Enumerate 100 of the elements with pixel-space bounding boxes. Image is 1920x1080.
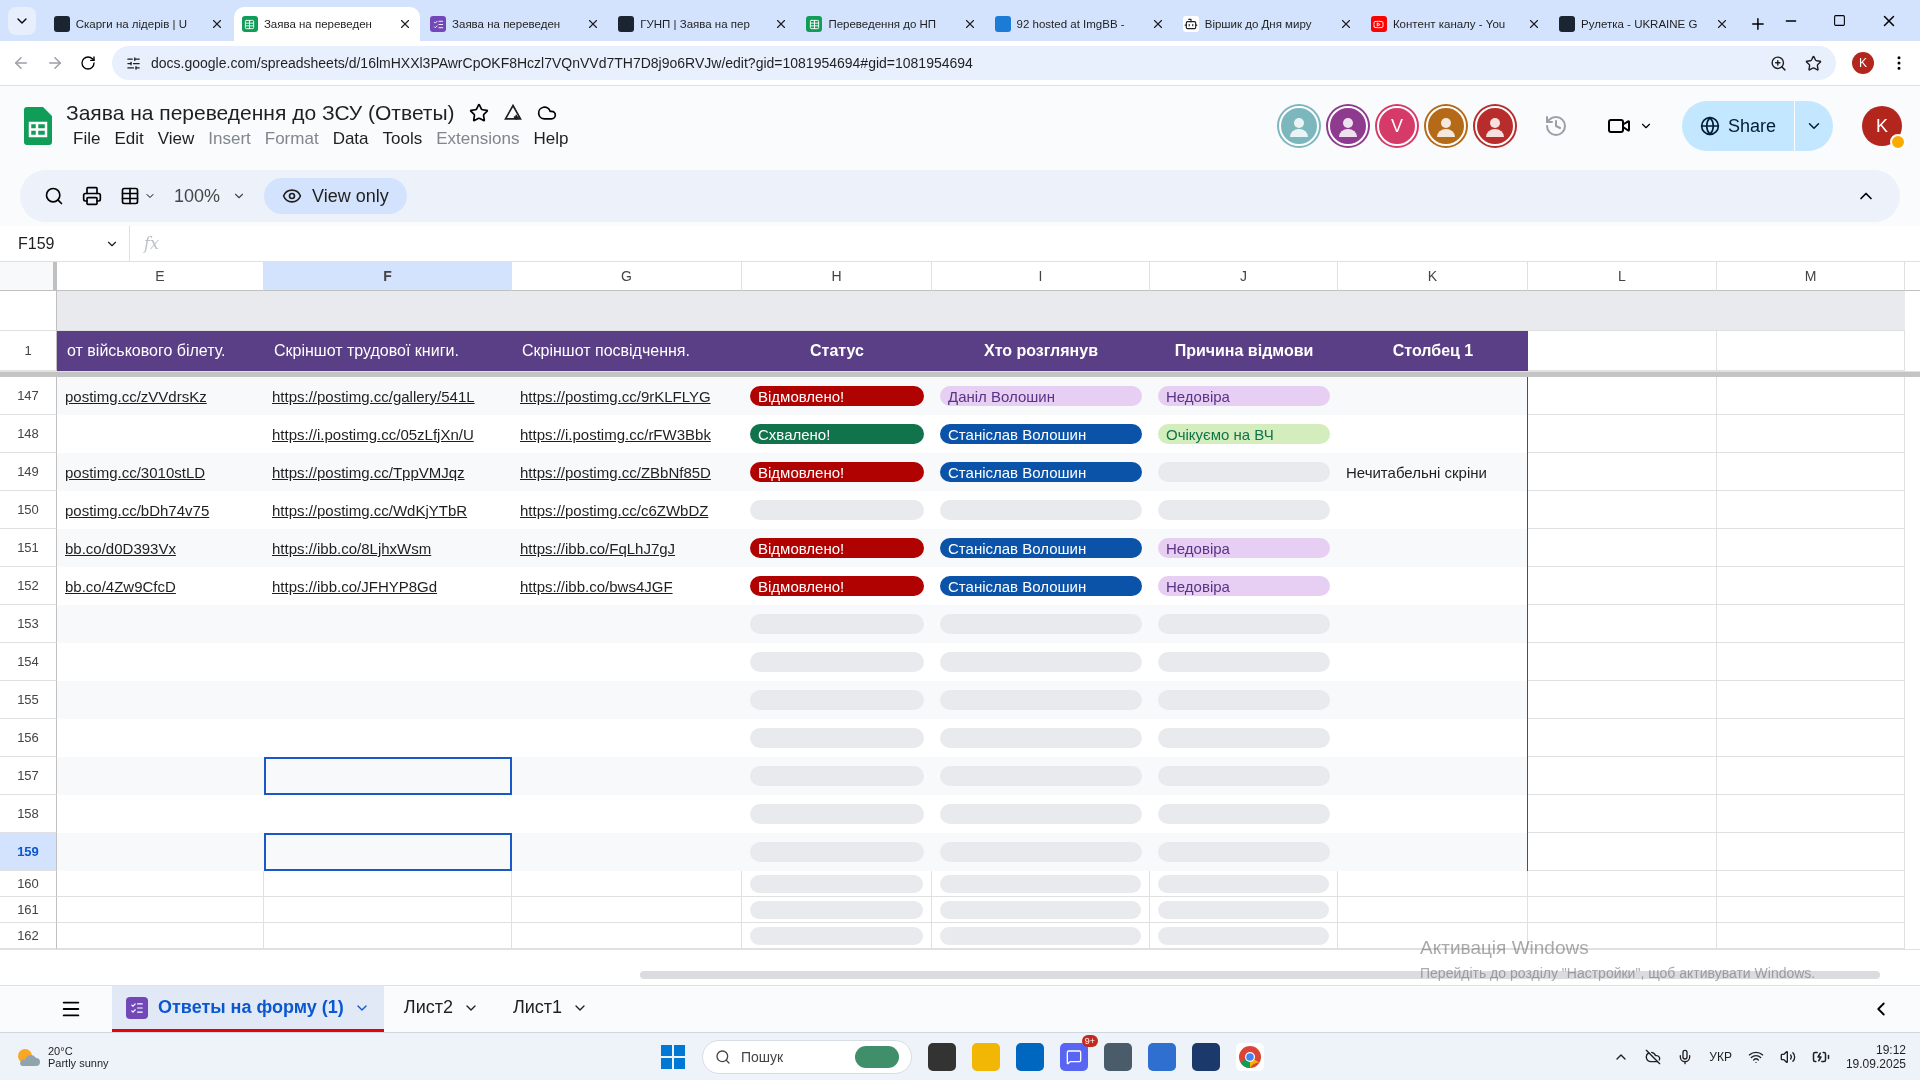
link[interactable]: https://postimg.cc/TppVMJqz <box>272 463 465 481</box>
app-icon[interactable] <box>1104 1042 1132 1071</box>
menu-item[interactable]: Help <box>526 127 576 151</box>
column-header[interactable]: I <box>932 262 1150 291</box>
column-header[interactable]: G <box>512 262 742 291</box>
onedrive-icon[interactable] <box>1645 1048 1662 1065</box>
share-button[interactable]: Share <box>1681 101 1833 151</box>
column-header[interactable]: F <box>264 262 512 291</box>
link[interactable]: https://ibb.co/bws4JGF <box>520 577 673 595</box>
store-icon[interactable] <box>1016 1042 1044 1071</box>
status-chip[interactable]: Відмовлено! <box>750 538 924 558</box>
row-header[interactable]: 153 <box>0 605 57 643</box>
row-header[interactable]: 154 <box>0 643 57 681</box>
profile-avatar[interactable]: K <box>1852 52 1874 74</box>
app-icon[interactable] <box>1192 1042 1220 1071</box>
status-chip[interactable]: Станіслав Волошин <box>940 576 1142 596</box>
link[interactable]: https://postimg.cc/WdKjYTbR <box>272 501 468 519</box>
collaborator-avatar[interactable] <box>1425 106 1466 146</box>
status-chip[interactable]: Схвалено! <box>750 424 924 444</box>
row-header[interactable]: 155 <box>0 681 57 719</box>
browser-tab[interactable]: Рулетка - UKRAINE G <box>1551 7 1738 41</box>
link[interactable]: https://i.postimg.cc/rFW3Bbk <box>520 425 711 443</box>
column-header[interactable]: H <box>742 262 932 291</box>
link[interactable]: https://ibb.co/FqLhJ7gJ <box>520 539 676 557</box>
photos-icon[interactable] <box>1148 1042 1176 1071</box>
sheet-tab[interactable]: Ответы на форму (1) <box>112 986 384 1032</box>
link[interactable]: postimg.cc/3010stLD <box>65 463 206 481</box>
menu-item[interactable]: File <box>66 127 108 151</box>
row-header[interactable]: 150 <box>0 491 57 529</box>
link[interactable]: https://ibb.co/8LjhxWsm <box>272 539 432 557</box>
row-header[interactable]: 162 <box>0 923 57 949</box>
status-chip[interactable]: Недовіра <box>1158 576 1330 596</box>
row-header[interactable]: 1 <box>0 331 57 371</box>
move-icon[interactable] <box>502 103 523 123</box>
link[interactable]: https://postimg.cc/c6ZWbDZ <box>520 501 709 519</box>
column-header[interactable]: J <box>1150 262 1338 291</box>
browser-tab[interactable]: Заява на переведен <box>233 7 421 41</box>
status-chip[interactable]: Недовіра <box>1158 386 1330 406</box>
browser-icon[interactable] <box>1236 1042 1264 1071</box>
print-icon[interactable] <box>82 186 102 206</box>
status-chip[interactable]: Даніл Волошин <box>940 386 1142 406</box>
collaborator-avatar[interactable] <box>1474 106 1515 146</box>
link[interactable]: https://postimg.cc/gallery/541L <box>272 387 475 405</box>
row-header[interactable]: 159 <box>0 833 57 871</box>
volume-icon[interactable] <box>1779 1048 1796 1065</box>
restore-icon[interactable] <box>1833 14 1847 27</box>
view-only-button[interactable]: View only <box>264 178 407 214</box>
menu-item[interactable]: View <box>150 127 202 151</box>
start-icon[interactable] <box>660 1043 686 1070</box>
menu-item[interactable]: Tools <box>375 127 430 151</box>
history-icon[interactable] <box>1543 114 1568 138</box>
column-header[interactable]: L <box>1528 262 1717 291</box>
back-icon[interactable] <box>12 54 30 72</box>
format-table-button[interactable] <box>120 186 156 206</box>
browser-tab[interactable]: Заява на переведен <box>422 7 609 41</box>
status-chip[interactable]: Очікуємо на ВЧ <box>1158 424 1330 444</box>
link[interactable]: bb.co/d0D393Vx <box>65 539 176 557</box>
link[interactable]: bb.co/4Zw9CfcD <box>65 577 176 595</box>
taskbar-search[interactable]: Пошук <box>702 1039 912 1074</box>
bookmark-star-icon[interactable] <box>1805 54 1822 72</box>
row-header[interactable]: 152 <box>0 567 57 605</box>
sheet-tab[interactable]: Лист1 <box>499 986 603 1032</box>
link[interactable]: https://postimg.cc/9rKLFLYG <box>520 387 711 405</box>
column-header[interactable]: K <box>1338 262 1528 291</box>
browser-tab[interactable]: ГУНП | Заява на пер <box>610 7 797 41</box>
search-icon[interactable] <box>44 186 64 206</box>
browser-tab[interactable]: Контент каналу - You <box>1362 7 1550 41</box>
selected-cell[interactable] <box>264 757 512 795</box>
column-header[interactable]: M <box>1717 262 1905 291</box>
link[interactable]: https://i.postimg.cc/05zLfjXn/U <box>272 425 474 443</box>
link[interactable]: postimg.cc/zVVdrsKz <box>65 387 207 405</box>
sheet-tab[interactable]: Лист2 <box>389 986 493 1032</box>
row-header[interactable]: 148 <box>0 415 57 453</box>
status-chip[interactable]: Станіслав Волошин <box>940 538 1142 558</box>
row-header[interactable]: 160 <box>0 871 57 897</box>
row-header[interactable]: 149 <box>0 453 57 491</box>
browser-tab[interactable]: Переведення до НП <box>798 7 985 41</box>
row-header[interactable]: 147 <box>0 377 57 415</box>
link[interactable]: https://ibb.co/JFHYP8Gd <box>272 577 438 595</box>
menu-item[interactable]: Edit <box>107 127 151 151</box>
browser-tab[interactable]: 92 hosted at ImgBB - <box>986 7 1173 41</box>
address-bar[interactable]: docs.google.com/spreadsheets/d/16lmHXXl3PAwrCpOKF8Hczl7VQnVVd7TH7D8j9o6RVJw/edit?gid=1081954694#gid=1081954694 <box>112 46 1836 80</box>
zoom-icon[interactable] <box>1770 54 1787 72</box>
link[interactable]: postimg.cc/bDh74v75 <box>65 501 210 519</box>
language-indicator[interactable]: УКР <box>1709 1049 1732 1064</box>
browser-tab[interactable]: Скарги на лідерів | U <box>45 7 232 41</box>
row-header[interactable]: 151 <box>0 529 57 567</box>
status-chip[interactable]: Станіслав Волошин <box>940 462 1142 482</box>
status-chip[interactable]: Недовіра <box>1158 538 1330 558</box>
column-header[interactable]: E <box>57 262 264 291</box>
browser-tab[interactable]: Віршик до Дня миру <box>1174 7 1361 41</box>
link[interactable]: https://postimg.cc/ZBbNf85D <box>520 463 711 481</box>
selected-cell[interactable] <box>264 833 512 871</box>
collaborator-avatar[interactable]: V <box>1376 106 1417 146</box>
forward-icon[interactable] <box>46 54 64 72</box>
zoom-select[interactable]: 100% <box>174 185 247 207</box>
status-chip[interactable]: Відмовлено! <box>750 386 924 406</box>
name-box[interactable]: F159 <box>0 226 130 261</box>
row-header[interactable]: 161 <box>0 897 57 923</box>
star-icon[interactable] <box>468 103 489 123</box>
